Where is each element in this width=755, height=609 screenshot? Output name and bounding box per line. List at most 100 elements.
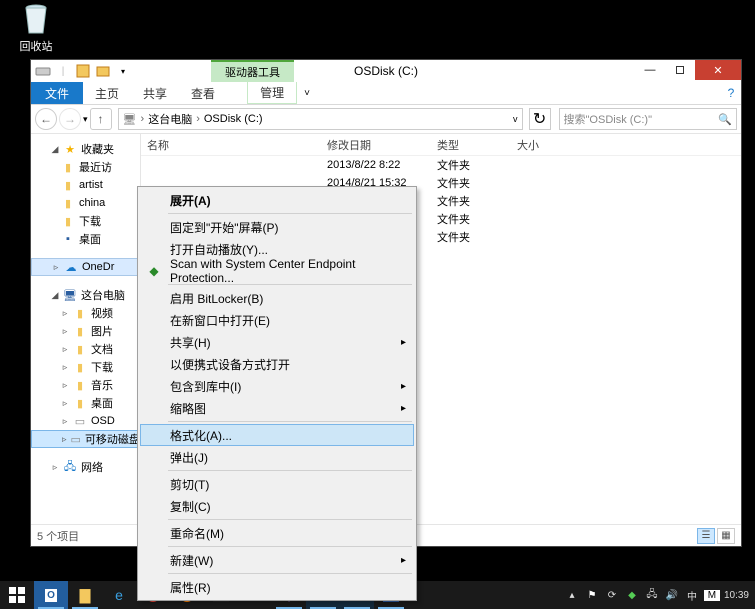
address-dropdown[interactable]: v [513,114,522,124]
drive-icon [35,63,51,79]
ribbon-view-tab[interactable]: 查看 [179,82,227,104]
search-input[interactable]: 搜索"OSDisk (C:)" 🔍 [559,108,737,130]
sidebar-videos[interactable]: ▹▮视频 [31,304,140,322]
explorer-window: | ▾ 驱动器工具 OSDisk (C:) — ✕ 文件 主页 共享 查看 管理… [30,59,742,547]
ctx-rename[interactable]: 重命名(M) [140,522,414,544]
sound-icon[interactable]: 🔊 [664,590,680,601]
ctx-format[interactable]: 格式化(A)... [140,424,414,446]
navbar: ← → ▾ ↑ 🖥 这台电脑 OSDisk (C:) v ↻ 搜索"OSDisk… [31,105,741,134]
ime-lang[interactable]: 中 [684,588,700,603]
folder-icon: ▮ [61,214,75,228]
desktop-icon: ▪ [61,232,75,246]
recycle-bin-icon [20,4,52,36]
ribbon-file-tab[interactable]: 文件 [31,82,83,104]
sidebar-music[interactable]: ▹▮音乐 [31,376,140,394]
nav-history-dropdown[interactable]: ▾ [83,114,88,125]
col-type[interactable]: 类型 [431,134,511,155]
shield-icon[interactable]: ◆ [624,590,640,601]
search-icon[interactable]: 🔍 [718,113,732,126]
sidebar-downloads[interactable]: ▮下载 [31,212,140,230]
nav-forward-button[interactable]: → [59,108,81,130]
task-explorer[interactable]: ▇ [68,581,102,609]
ctx-eject[interactable]: 弹出(J) [140,446,414,468]
address-bar[interactable]: 🖥 这台电脑 OSDisk (C:) v [118,108,523,130]
view-details-button[interactable]: ☰ [697,528,715,544]
ctx-copy[interactable]: 复制(C) [140,495,414,517]
sync-icon[interactable]: ⟳ [604,590,620,601]
minimize-button[interactable]: — [635,60,665,80]
sidebar-downloads2[interactable]: ▹▮下载 [31,358,140,376]
refresh-button[interactable]: ↻ [529,108,551,130]
sidebar-desktop2[interactable]: ▹▮桌面 [31,394,140,412]
nav-back-button[interactable]: ← [35,108,57,130]
folder-icon: ▮ [73,342,87,356]
ctx-cut[interactable]: 剪切(T) [140,473,414,495]
file-row[interactable]: 2013/8/22 8:22文件夹 [141,156,741,174]
submenu-arrow-icon: ▸ [401,337,406,348]
crumb-osdisk[interactable]: OSDisk (C:) [204,113,263,125]
drive-icon: ▭ [73,414,87,428]
tray-up-icon[interactable]: ▴ [564,590,580,601]
network-icon[interactable]: 🖧 [644,587,660,604]
contextual-tab-drive-tools[interactable]: 驱动器工具 [211,60,294,82]
maximize-button[interactable] [665,60,695,80]
qat-dropdown[interactable]: ▾ [115,63,131,79]
task-ie[interactable]: e [102,581,136,609]
network-icon: 🖧 [63,460,77,474]
col-name[interactable]: 名称 [141,134,321,155]
ribbon-manage-tab[interactable]: 管理 [247,82,297,104]
ctx-portable[interactable]: 以便携式设备方式打开 [140,353,414,375]
system-tray: ▴ ⚑ ⟳ ◆ 🖧 🔊 中 M 10:39 [564,587,755,604]
ctx-pin-start[interactable]: 固定到"开始"屏幕(P) [140,216,414,238]
ribbon-home-tab[interactable]: 主页 [83,82,131,104]
ribbon-expand-button[interactable]: ˅ [297,82,317,104]
ctx-expand[interactable]: 展开(A) [140,189,414,211]
search-placeholder: 搜索"OSDisk (C:)" [564,111,652,127]
ime-mode[interactable]: M [704,590,720,601]
titlebar[interactable]: | ▾ 驱动器工具 OSDisk (C:) — ✕ [31,60,741,82]
sidebar-osdisk[interactable]: ▹▭OSD [31,412,140,430]
qat-newfolder-icon[interactable] [95,63,111,79]
ctx-new-window[interactable]: 在新窗口中打开(E) [140,309,414,331]
start-button[interactable] [0,581,34,609]
view-icons-button[interactable]: ▦ [717,528,735,544]
folder-icon: ▮ [61,178,75,192]
flag-icon[interactable]: ⚑ [584,590,600,601]
sidebar-artist[interactable]: ▮artist [31,176,140,194]
sidebar-documents[interactable]: ▹▮文档 [31,340,140,358]
recycle-bin[interactable]: 回收站 [14,4,58,54]
col-size[interactable]: 大小 [511,134,581,155]
sidebar-removable[interactable]: ▹▭可移动磁盘 (D:) [31,430,140,448]
ctx-new[interactable]: 新建(W)▸ [140,549,414,571]
sidebar-desktop[interactable]: ▪桌面 [31,230,140,248]
sidebar-network[interactable]: ▹🖧网络 [31,458,140,476]
nav-up-button[interactable]: ↑ [90,108,112,130]
ribbon-tabs: 文件 主页 共享 查看 管理 ˅ ? [31,82,741,105]
close-button[interactable]: ✕ [695,60,741,80]
ctx-share[interactable]: 共享(H)▸ [140,331,414,353]
submenu-arrow-icon: ▸ [401,403,406,414]
sidebar-china[interactable]: ▮china [31,194,140,212]
recycle-bin-label: 回收站 [14,38,58,54]
ctx-scan[interactable]: ◆Scan with System Center Endpoint Protec… [140,260,414,282]
qat-properties-icon[interactable] [75,63,91,79]
folder-icon: ▇ [80,587,91,604]
task-outlook[interactable]: O [34,581,68,609]
sidebar-pictures[interactable]: ▹▮图片 [31,322,140,340]
sidebar-favorites[interactable]: ◢★收藏夹 [31,140,140,158]
sidebar-onedrive[interactable]: ▹☁OneDr [31,258,140,276]
clock[interactable]: 10:39 [724,590,749,601]
help-button[interactable]: ? [721,82,741,104]
col-date[interactable]: 修改日期 [321,134,431,155]
ctx-bitlocker[interactable]: 启用 BitLocker(B) [140,287,414,309]
sidebar-recent[interactable]: ▮最近访 [31,158,140,176]
ribbon-share-tab[interactable]: 共享 [131,82,179,104]
qat-sep: | [55,63,71,79]
column-headers[interactable]: 名称 修改日期 类型 大小 [141,134,741,156]
ctx-thumbnails[interactable]: 缩略图▸ [140,397,414,419]
folder-icon: ▮ [61,196,75,210]
ctx-library[interactable]: 包含到库中(I)▸ [140,375,414,397]
sidebar-this-pc[interactable]: ◢🖥这台电脑 [31,286,140,304]
ctx-properties[interactable]: 属性(R) [140,576,414,598]
crumb-this-pc[interactable]: 这台电脑 [148,111,192,127]
